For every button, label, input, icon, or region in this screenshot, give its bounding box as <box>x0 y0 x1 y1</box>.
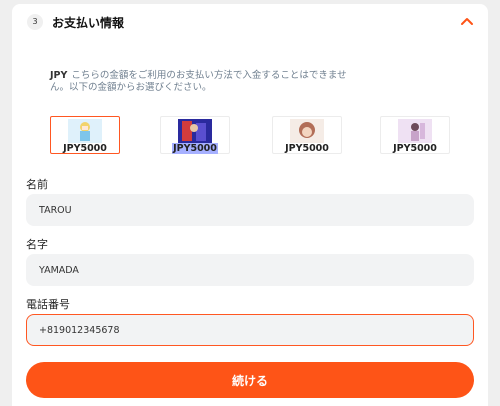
section-title: お支払い情報 <box>52 16 125 30</box>
step-number-badge: 3 <box>27 14 43 30</box>
chevron-up-icon[interactable] <box>460 16 474 26</box>
continue-button[interactable]: 続ける <box>26 362 474 398</box>
notice-text: こちらの金額をご利用のお支払い方法で入金することはできません。以下の金額からお選… <box>50 70 347 93</box>
last-name-label: 名字 <box>26 238 48 251</box>
amount-notice: JPY こちらの金額をご利用のお支払い方法で入金することはできません。以下の金額か… <box>50 70 350 94</box>
amount-option-4[interactable]: JPY5000 <box>380 116 450 154</box>
amount-label: JPY5000 <box>63 143 107 154</box>
anime-girl-thumbnail-icon <box>398 119 432 143</box>
amount-options: JPY5000 JPY5000 JPY5000 JPY5000 <box>50 112 450 160</box>
anime-girl-thumbnail-icon <box>68 119 102 143</box>
phone-input[interactable] <box>26 314 474 346</box>
phone-label: 電話番号 <box>26 298 70 311</box>
amount-label: JPY5000 <box>285 143 329 154</box>
first-name-label: 名前 <box>26 178 48 191</box>
first-name-input[interactable] <box>26 194 474 226</box>
section-header[interactable]: 3 お支払い情報 <box>12 4 488 42</box>
anime-girl-thumbnail-icon <box>290 119 324 143</box>
amount-option-1[interactable]: JPY5000 <box>50 116 120 154</box>
notice-currency: JPY <box>50 70 68 81</box>
payment-info-section: 3 お支払い情報 JPY こちらの金額をご利用のお支払い方法で入金することはできま… <box>12 4 488 406</box>
anime-girl-thumbnail-icon <box>178 119 212 143</box>
last-name-input[interactable] <box>26 254 474 286</box>
amount-option-3[interactable]: JPY5000 <box>272 116 342 154</box>
amount-option-2[interactable]: JPY5000 <box>160 116 230 154</box>
amount-label: JPY5000 <box>393 143 437 154</box>
amount-label: JPY5000 <box>172 143 218 154</box>
